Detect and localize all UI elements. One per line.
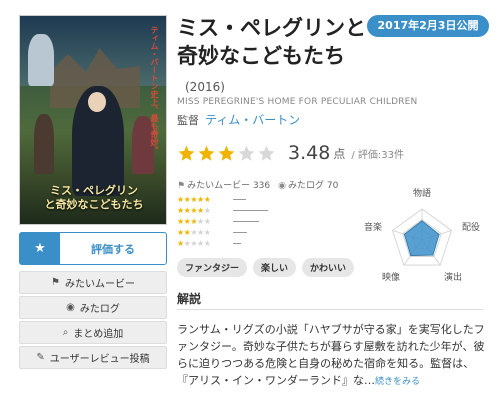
movie-year: (2016) <box>185 80 225 94</box>
mood-tag[interactable]: かわいい <box>302 258 355 277</box>
poster-title-line2: と奇妙なこどもたち <box>44 197 144 211</box>
section-title: 解説 <box>177 292 202 306</box>
watched-count[interactable]: ◉ みたログ 70 <box>278 178 338 191</box>
rating-star-icon <box>258 145 275 161</box>
movie-summary: ランサム・リグズの小説「ハヤブサが守る家」を実写化したファンタジー。奇妙な子供た… <box>177 321 487 391</box>
poster-tagline: ティム・バートン史上、最も奇妙。 <box>150 26 159 154</box>
distribution-row: ★★★★★ <box>177 227 349 238</box>
movie-title-text: ミス・ペレグリンと奇妙なこどもたち <box>177 16 366 68</box>
original-title: MISS PEREGRINE'S HOME FOR PECULIAR CHILD… <box>177 97 418 107</box>
distribution-bar <box>233 243 241 244</box>
rating-radar-chart: 物語配役演出 映像 音楽 <box>364 187 480 283</box>
flag-icon: ⚑ <box>177 181 186 191</box>
distribution-stars: ★★★★★ <box>177 228 211 237</box>
want-to-see-label: みたいムービー <box>64 279 135 290</box>
distribution-bar <box>233 199 246 200</box>
radar-label: 演出 <box>444 271 462 283</box>
distribution-stars: ★★★★★ <box>177 217 211 226</box>
distribution-bar <box>233 210 268 211</box>
rating-star-icon <box>218 145 235 161</box>
radar-label: 映像 <box>382 271 400 283</box>
section-divider <box>177 309 483 310</box>
poster-title: ミス・ペレグリン と奇妙なこどもたち <box>28 184 160 212</box>
movie-stats: ⚑ みたいムービー 336 ◉ みたログ 70 <box>177 178 338 191</box>
distribution-stars: ★★★★★ <box>177 239 211 248</box>
poster-floating-girl <box>28 34 54 86</box>
rating-count: / 評価:33件 <box>351 149 404 161</box>
eye-icon: ◉ <box>278 181 286 191</box>
add-collection-button[interactable]: ⌕ まとめ追加 <box>19 321 167 344</box>
distribution-bar <box>233 221 259 222</box>
movie-poster[interactable]: ティム・バートン史上、最も奇妙。 ミス・ペレグリン と奇妙なこどもたち <box>19 15 167 225</box>
post-review-label: ユーザーレビュー投稿 <box>49 354 150 365</box>
rating-score: 3.48 <box>288 142 331 164</box>
director-link[interactable]: ティム・バートン <box>205 113 300 127</box>
paperclip-icon: ⌕ <box>62 327 69 338</box>
watched-count-text: みたログ 70 <box>287 181 339 191</box>
distribution-row: ★★★★★ <box>177 194 349 205</box>
flag-icon: ⚑ <box>51 277 60 288</box>
radar-label: 物語 <box>413 187 431 199</box>
distribution-row: ★★★★★ <box>177 238 349 249</box>
rating-unit: 点 <box>333 146 346 161</box>
poster-child-left <box>34 114 54 174</box>
rating-star-icon <box>178 145 195 161</box>
rating-star-icon <box>238 145 255 161</box>
release-date-badge: 2017年2月3日公開 <box>367 15 489 37</box>
poster-title-line1: ミス・ペレグリン <box>50 184 138 197</box>
post-review-button[interactable]: ✎ ユーザーレビュー投稿 <box>19 346 167 369</box>
distribution-bar <box>233 232 247 233</box>
distribution-stars: ★★★★★ <box>177 206 211 215</box>
distribution-row: ★★★★★ <box>177 205 349 216</box>
director-line: 監督 ティム・バートン <box>177 111 300 128</box>
movie-title: ミス・ペレグリンと奇妙なこどもたち (2016) <box>177 14 367 101</box>
poster-face <box>88 92 106 112</box>
add-collection-label: まとめ追加 <box>73 329 124 340</box>
want-count[interactable]: ⚑ みたいムービー 336 <box>177 178 270 191</box>
radar-label: 音楽 <box>364 221 382 233</box>
rating-distribution: ★★★★★ ★★★★★ ★★★★★ ★★★★★ ★★★★★ <box>177 194 349 249</box>
watched-log-label: みたログ <box>79 304 120 315</box>
rating-summary: 3.48 点 / 評価:33件 <box>177 142 404 164</box>
rating-stars <box>177 144 276 163</box>
rate-button[interactable]: ★ 評価する <box>19 232 167 265</box>
rating-star-icon <box>198 145 215 161</box>
rate-button-label: 評価する <box>91 242 135 256</box>
director-label: 監督 <box>177 114 199 127</box>
want-count-text: みたいムービー 336 <box>187 181 271 191</box>
eye-icon: ◉ <box>66 302 75 313</box>
radar-label: 配役 <box>462 221 480 233</box>
mood-tag[interactable]: 楽しい <box>253 258 297 277</box>
pencil-icon: ✎ <box>36 352 45 363</box>
summary-text: ランサム・リグズの小説「ハヤブサが守る家」を実写化したファンタジー。奇妙な子供た… <box>177 323 485 387</box>
mood-tags: ファンタジー 楽しい かわいい <box>177 258 355 277</box>
read-more-link[interactable]: 続きをみる <box>375 377 420 387</box>
watched-log-button[interactable]: ◉ みたログ <box>19 296 167 319</box>
radar-value-area <box>403 220 440 256</box>
want-to-see-button[interactable]: ⚑ みたいムービー <box>19 271 167 294</box>
mood-tag[interactable]: ファンタジー <box>177 258 248 277</box>
distribution-stars: ★★★★★ <box>177 195 211 204</box>
distribution-row: ★★★★★ <box>177 216 349 227</box>
star-icon: ★ <box>20 233 60 264</box>
